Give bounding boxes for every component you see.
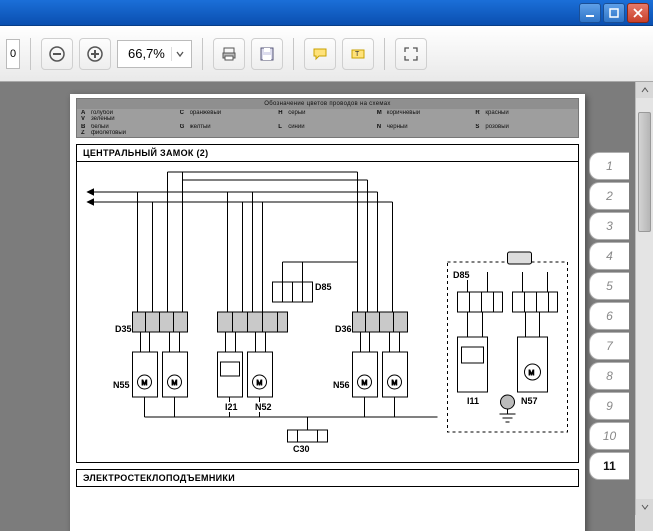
legend-header: Обозначение цветов проводов на схемах: [77, 99, 578, 109]
label-I21: I21: [225, 402, 238, 412]
document-viewport[interactable]: Обозначение цветов проводов на схемах Aг…: [0, 82, 653, 531]
tab-2[interactable]: 2: [589, 182, 629, 210]
svg-text:M: M: [257, 380, 263, 387]
minimize-icon: [584, 7, 596, 19]
section-power-windows: ЭЛЕКТРОСТЕКЛОПОДЪЕМНИКИ: [76, 469, 579, 487]
save-icon: [258, 45, 276, 63]
toolbar-separator: [30, 38, 31, 70]
close-icon: [632, 7, 644, 19]
tab-11[interactable]: 11: [589, 452, 629, 480]
tab-7[interactable]: 7: [589, 332, 629, 360]
label-I11: I11: [467, 396, 479, 406]
label-N52: N52: [255, 402, 272, 412]
wire-color-legend: Обозначение цветов проводов на схемах Aг…: [76, 98, 579, 138]
chevron-down-icon: [176, 50, 184, 58]
toolbar: 0 66,7% T: [0, 26, 653, 82]
page-number-field[interactable]: 0: [6, 39, 20, 69]
toolbar-separator: [293, 38, 294, 70]
fullscreen-icon: [402, 45, 420, 63]
vertical-scrollbar[interactable]: [635, 82, 653, 515]
highlight-icon: T: [349, 45, 367, 63]
scroll-up-button[interactable]: [636, 82, 653, 98]
close-button[interactable]: [627, 3, 649, 23]
minimize-button[interactable]: [579, 3, 601, 23]
speech-bubble-icon: [311, 45, 329, 63]
svg-text:M: M: [172, 380, 178, 387]
print-icon: [220, 45, 238, 63]
save-button[interactable]: [251, 38, 283, 70]
section-title: ЭЛЕКТРОСТЕКЛОПОДЪЕМНИКИ: [77, 470, 578, 486]
document-area: Обозначение цветов проводов на схемах Aг…: [0, 82, 653, 531]
tab-1[interactable]: 1: [589, 152, 629, 180]
label-D85: D85: [315, 282, 332, 292]
zoom-dropdown-icon[interactable]: [171, 47, 185, 61]
zoom-out-button[interactable]: [41, 38, 73, 70]
zoom-level-field[interactable]: 66,7%: [117, 40, 192, 68]
chevron-up-icon: [641, 86, 649, 94]
tab-8[interactable]: 8: [589, 362, 629, 390]
window-titlebar: [0, 0, 653, 26]
label-D85b: D85: [453, 270, 470, 280]
comment-button[interactable]: [304, 38, 336, 70]
svg-text:M: M: [362, 380, 368, 387]
legend-row: Bбелый Gжелтый Lсиний Nчерный Sрозовый Z…: [77, 123, 578, 137]
tab-4[interactable]: 4: [589, 242, 629, 270]
zoom-in-button[interactable]: [79, 38, 111, 70]
scroll-corner: [635, 515, 653, 531]
chevron-down-icon: [641, 503, 649, 511]
legend-row: Aголубой Cоранжевый Hсерый Mкоричневый R…: [77, 109, 578, 123]
section-title: ЦЕНТРАЛЬНЫЙ ЗАМОК (2): [77, 145, 578, 162]
highlight-button[interactable]: T: [342, 38, 374, 70]
print-button[interactable]: [213, 38, 245, 70]
svg-text:M: M: [392, 380, 398, 387]
label-N55: N55: [113, 380, 130, 390]
tab-6[interactable]: 6: [589, 302, 629, 330]
zoom-out-icon: [48, 45, 66, 63]
scroll-down-button[interactable]: [636, 499, 653, 515]
label-N57: N57: [521, 396, 538, 406]
tab-10[interactable]: 10: [589, 422, 629, 450]
fullscreen-button[interactable]: [395, 38, 427, 70]
svg-text:M: M: [142, 380, 148, 387]
section-central-lock: ЦЕНТРАЛЬНЫЙ ЗАМОК (2): [76, 144, 579, 463]
pdf-page: Обозначение цветов проводов на схемах Aг…: [70, 94, 585, 531]
page-index-tabs: 1 2 3 4 5 6 7 8 9 10 11: [589, 152, 629, 480]
toolbar-separator: [384, 38, 385, 70]
maximize-button[interactable]: [603, 3, 625, 23]
label-N56: N56: [333, 380, 350, 390]
maximize-icon: [608, 7, 620, 19]
label-D35: D35: [115, 324, 132, 334]
tab-5[interactable]: 5: [589, 272, 629, 300]
tab-9[interactable]: 9: [589, 392, 629, 420]
wiring-diagram: M M M: [77, 162, 578, 462]
toolbar-separator: [202, 38, 203, 70]
label-C30: C30: [293, 444, 310, 454]
diagram-svg: M M M: [77, 162, 578, 462]
scroll-thumb[interactable]: [638, 112, 651, 232]
svg-text:M: M: [529, 370, 535, 377]
svg-text:T: T: [355, 51, 360, 58]
tab-3[interactable]: 3: [589, 212, 629, 240]
label-D36: D36: [335, 324, 352, 334]
zoom-level-value: 66,7%: [128, 46, 165, 61]
zoom-in-icon: [86, 45, 104, 63]
